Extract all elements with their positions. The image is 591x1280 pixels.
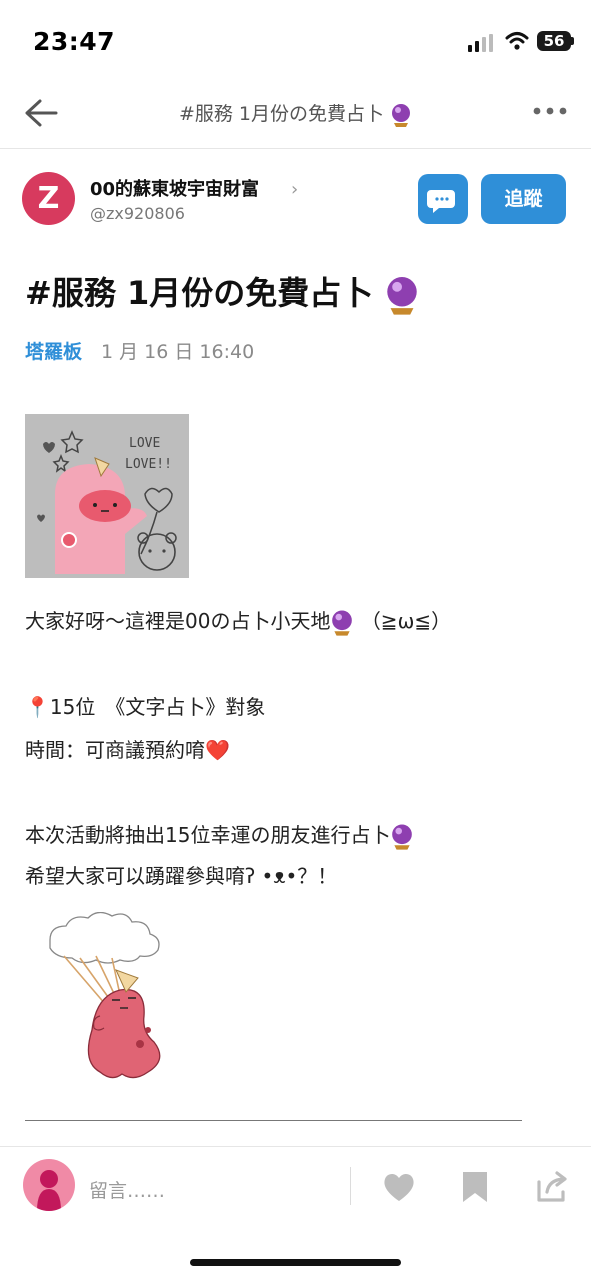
sticker-illustration: LOVE LOVE!! bbox=[37, 430, 177, 574]
nav-divider bbox=[0, 148, 591, 149]
crystal-ball-icon bbox=[392, 824, 413, 850]
body-line-invite: 希望大家可以踴躍參與唷ʔ •ᴥ•？！ bbox=[25, 864, 338, 888]
nav-title: #服務 1月份の免費占卜 bbox=[90, 99, 501, 127]
body-line-activity: 本次活動將抽出15位幸運の朋友進行占卜 bbox=[25, 819, 414, 850]
body-line-time: 時間：可商議預約唷❤️ bbox=[25, 734, 230, 763]
bookmark-icon[interactable] bbox=[461, 1170, 489, 1204]
crystal-ball-icon bbox=[387, 277, 418, 315]
follow-button[interactable]: 追蹤 bbox=[481, 174, 566, 224]
body-line-greeting: 大家好呀～這裡是00の占卜小天地 （≧ω≦） bbox=[25, 605, 451, 636]
nav-title-text: #服務 1月份の免費占卜 bbox=[178, 103, 384, 125]
slots-text: 15位 《文字占卜》對象 bbox=[49, 695, 266, 719]
body-line-slots: 📍15位 《文字占卜》對象 bbox=[25, 691, 265, 720]
battery-cap bbox=[571, 37, 574, 45]
author-handle: @zx920806 bbox=[90, 204, 185, 223]
home-indicator bbox=[190, 1259, 401, 1266]
more-options-icon[interactable] bbox=[532, 103, 568, 119]
content-separator bbox=[25, 1120, 522, 1121]
share-icon[interactable] bbox=[535, 1170, 569, 1204]
heart-emoji-icon: ❤️ bbox=[205, 738, 230, 762]
greeting-kaomoji: （≧ω≦） bbox=[360, 609, 452, 633]
bottom-bar-separator bbox=[350, 1167, 351, 1205]
greeting-text: 大家好呀～這裡是00の占卜小天地 bbox=[25, 609, 331, 633]
post-title: #服務 1月份の免費占卜 bbox=[25, 268, 420, 315]
user-avatar bbox=[23, 1159, 75, 1211]
chevron-right-icon[interactable]: › bbox=[291, 179, 298, 200]
crystal-ball-icon bbox=[392, 103, 411, 127]
post-title-text: #服務 1月份の免費占卜 bbox=[25, 274, 374, 312]
sticker-love-1: LOVE bbox=[129, 436, 160, 451]
crystal-ball-icon bbox=[332, 610, 353, 636]
time-text: 時間：可商議預約唷 bbox=[25, 738, 205, 762]
category-link[interactable]: 塔羅板 bbox=[25, 337, 82, 364]
comment-input[interactable]: 留言…… bbox=[89, 1176, 165, 1203]
wifi-icon bbox=[505, 32, 529, 50]
bottom-bar-divider bbox=[0, 1146, 591, 1147]
parachute-sticker-image bbox=[49, 912, 161, 1079]
post-date: 1 月 16 日 16:40 bbox=[101, 341, 255, 363]
activity-text: 本次活動將抽出15位幸運の朋友進行占卜 bbox=[25, 823, 391, 847]
battery-icon: 56 bbox=[537, 31, 571, 51]
message-button[interactable] bbox=[418, 174, 468, 224]
author-name[interactable]: 00的蘇東坡宇宙財富 bbox=[90, 175, 259, 201]
cellular-signal-icon bbox=[468, 34, 493, 52]
back-arrow-icon[interactable] bbox=[22, 96, 58, 130]
like-heart-icon[interactable] bbox=[382, 1171, 416, 1203]
pin-icon: 📍 bbox=[25, 695, 50, 719]
person-silhouette-icon bbox=[37, 1170, 61, 1211]
status-time: 23:47 bbox=[33, 27, 116, 56]
chat-bubble-icon bbox=[427, 190, 455, 213]
love-sticker-image: LOVE LOVE!! bbox=[25, 414, 189, 578]
author-avatar[interactable]: Z bbox=[22, 172, 75, 225]
sticker-love-2: LOVE!! bbox=[125, 457, 172, 472]
